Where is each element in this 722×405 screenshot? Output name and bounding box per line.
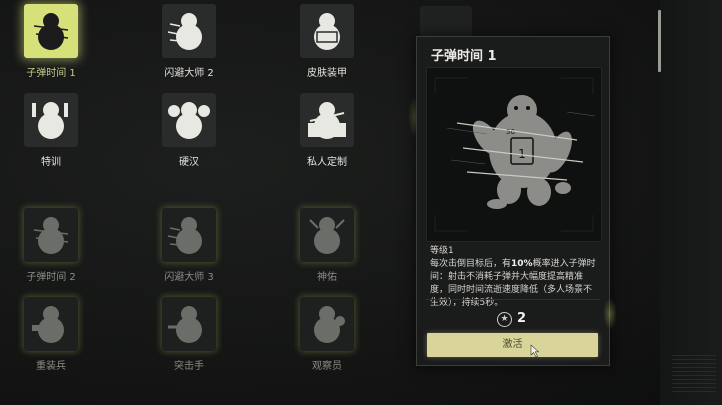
partial-perk-tile [420, 6, 472, 38]
perk-label: 特训 [41, 157, 61, 168]
perk-skin-armor[interactable]: 皮肤装甲 [276, 4, 368, 84]
special-training-icon[interactable] [24, 93, 78, 147]
svg-text:56: 56 [506, 128, 515, 136]
personal-custom-icon-graphic [308, 102, 346, 139]
perk-label: 子弹时间 1 [26, 68, 76, 79]
perk-label: 突击手 [174, 361, 204, 372]
observer-icon-graphic [314, 306, 345, 343]
star-coin-icon: ★ [497, 312, 512, 327]
perk-divine-blessing[interactable]: 神佑 [276, 208, 368, 288]
dodge-master-icon[interactable] [162, 4, 216, 58]
perk-detail-panel: 子弹时间 1 1 56 等级1 每次击倒目标后，有10%概率进入子弹时间：射击不… [416, 36, 610, 366]
perk-tough-guy[interactable]: 硬汉 [138, 93, 230, 173]
cost-value: 2 [517, 311, 527, 326]
heavy-soldier-icon-graphic [32, 306, 64, 343]
perk-heavy-soldier[interactable]: 重装兵 [0, 297, 92, 377]
personal-custom-icon[interactable] [300, 93, 354, 147]
perk-label: 闪避大师 3 [164, 272, 214, 283]
perk-dodge-master-3[interactable]: 闪避大师 3 [138, 208, 230, 288]
perk-bullet-time-2[interactable]: 子弹时间 2 [0, 208, 92, 288]
divine-blessing-icon[interactable] [300, 208, 354, 262]
perk-label: 皮肤装甲 [307, 68, 347, 79]
decorative-lines [672, 355, 716, 395]
perk-bullet-time-1[interactable]: 子弹时间 1 [0, 4, 92, 84]
perk-label: 私人定制 [307, 157, 347, 168]
perk-dodge-master-2[interactable]: 闪避大师 2 [138, 4, 230, 84]
divine-blessing-icon-graphic [309, 217, 345, 254]
bullet-time-icon[interactable] [24, 4, 78, 58]
perk-label: 重装兵 [36, 361, 66, 372]
perk-detail-title: 子弹时间 1 [431, 49, 497, 64]
perk-level: 等级1 [430, 246, 454, 256]
perk-label: 观察员 [312, 361, 342, 372]
perk-label: 子弹时间 2 [26, 272, 76, 283]
mouse-cursor-icon [530, 344, 540, 358]
perk-personal-custom[interactable]: 私人定制 [276, 93, 368, 173]
perk-label: 硬汉 [179, 157, 199, 168]
bullet-time-icon-graphic [33, 13, 69, 50]
skin-armor-icon-graphic [314, 13, 340, 50]
scrollbar[interactable] [658, 10, 661, 72]
perk-description: 等级1 每次击倒目标后，有10%概率进入子弹时间：射击不消耗子弹并大幅度提高精准… [430, 245, 600, 310]
tough-guy-icon-graphic [168, 102, 210, 139]
glow-decoration [603, 298, 617, 330]
perk-observer[interactable]: 观察员 [276, 297, 368, 377]
tough-guy-icon[interactable] [162, 93, 216, 147]
perk-special-training[interactable]: 特训 [0, 93, 92, 173]
bullet-time-icon[interactable] [24, 208, 78, 262]
activate-button[interactable]: 激活 [427, 333, 598, 357]
bullet-time-icon-graphic [33, 217, 69, 254]
dodge-master-icon-graphic [167, 13, 202, 50]
observer-icon[interactable] [300, 297, 354, 351]
divider [426, 299, 600, 300]
perk-label: 闪避大师 2 [164, 68, 214, 79]
heavy-soldier-icon[interactable] [24, 297, 78, 351]
dodge-master-icon[interactable] [162, 208, 216, 262]
description-percent: 10% [511, 259, 533, 269]
right-side-panel [660, 0, 722, 405]
dodge-master-icon-graphic [167, 217, 202, 254]
perk-assaulter[interactable]: 突击手 [138, 297, 230, 377]
perk-illustration: 1 56 [426, 67, 602, 242]
skin-armor-icon[interactable] [300, 4, 354, 58]
special-training-icon-graphic [32, 102, 68, 139]
bullet-time-illustration-icon: 1 56 [434, 77, 596, 232]
perk-label: 神佑 [317, 272, 337, 283]
assaulter-icon-graphic [168, 306, 202, 343]
description-text-pre: 每次击倒目标后，有 [430, 259, 512, 269]
assaulter-icon[interactable] [162, 297, 216, 351]
